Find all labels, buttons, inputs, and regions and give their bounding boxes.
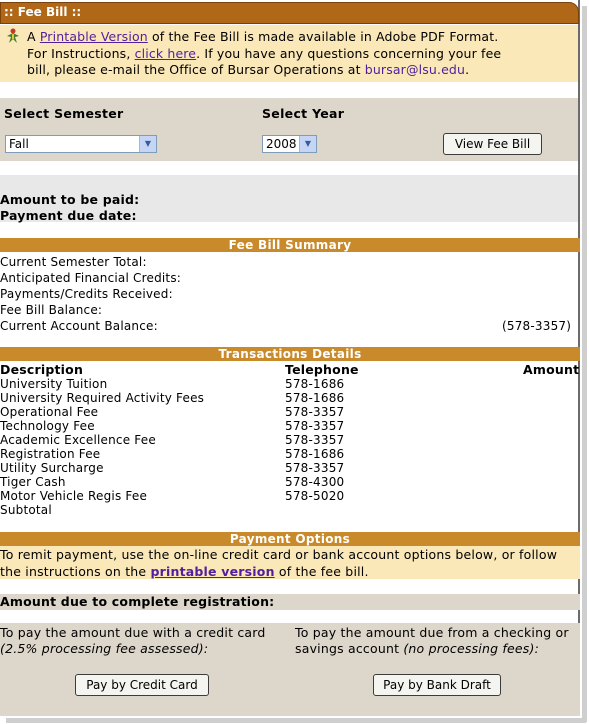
year-select-value: 2008: [266, 137, 297, 151]
bank-draft-description: To pay the amount due from a checking or…: [295, 625, 569, 657]
summary-row-label: Current Account Balance:: [0, 319, 158, 333]
amount-to-be-paid-label: Amount to be paid:: [0, 192, 140, 207]
description-cell: Operational Fee: [0, 405, 99, 419]
amount-column-header: Amount: [523, 362, 580, 377]
telephone-cell: 578-3357: [285, 433, 345, 447]
telephone-cell: 578-1686: [285, 377, 345, 391]
person-star-icon: [7, 28, 19, 43]
description-cell: Technology Fee: [0, 419, 95, 433]
credit-text-1: To pay the amount due with a credit card: [0, 625, 266, 640]
telephone-cell: 578-4300: [285, 475, 345, 489]
title-bar: :: Fee Bill ::: [0, 2, 579, 24]
notice-text-5: bill, please e-mail the Office of Bursar…: [27, 62, 365, 77]
telephone-cell: 578-1686: [285, 391, 345, 405]
pay-by-credit-card-button[interactable]: Pay by Credit Card: [75, 674, 209, 696]
amount-box: Amount to be paid: Payment due date:: [0, 175, 578, 223]
telephone-cell: 578-3357: [285, 461, 345, 475]
click-here-link[interactable]: click here: [135, 46, 197, 61]
notice-text-3: For Instructions,: [27, 45, 135, 61]
chevron-down-icon[interactable]: ▼: [299, 136, 316, 152]
transactions-details-header: Transactions Details: [0, 347, 580, 361]
fee-bill-summary-header: Fee Bill Summary: [0, 238, 580, 252]
payment-instructions-text: To remit payment, use the on-line credit…: [0, 547, 557, 580]
summary-row-value: (578-3357): [502, 319, 572, 333]
printable-version-link[interactable]: printable version: [151, 564, 275, 579]
payment-methods-panel: To pay the amount due with a credit card…: [0, 623, 580, 716]
page-title: :: Fee Bill ::: [4, 5, 82, 19]
description-cell: Utility Surcharge: [0, 461, 104, 475]
payment-instructions: To remit payment, use the on-line credit…: [0, 546, 580, 579]
amount-due-bar: Amount due to complete registration:: [0, 594, 580, 610]
payment-text-3: of the fee bill.: [274, 563, 369, 579]
fee-bill-summary: Current Semester Total: Anticipated Fina…: [0, 253, 578, 335]
notice-text: A Printable Version of the Fee Bill is m…: [27, 29, 501, 79]
summary-row-label: Current Semester Total:: [0, 255, 147, 269]
bank-text-2: savings account: [295, 641, 404, 656]
description-cell: Motor Vehicle Regis Fee: [0, 489, 148, 503]
semester-select-value: Fall: [9, 137, 29, 151]
bank-text-3: (no processing fees):: [403, 641, 539, 656]
notice-text-2: of the Fee Bill is made available in Ado…: [147, 29, 499, 44]
summary-row-label: Payments/Credits Received:: [0, 287, 173, 301]
payment-text-1: To remit payment, use the on-line credit…: [0, 547, 558, 562]
credit-card-description: To pay the amount due with a credit card…: [0, 625, 266, 657]
telephone-cell: 578-3357: [285, 419, 345, 433]
payment-text-2: the instructions on the: [0, 563, 151, 579]
amount-due-label: Amount due to complete registration:: [0, 594, 275, 609]
description-cell: Tiger Cash: [0, 475, 66, 489]
payment-due-date-label: Payment due date:: [0, 208, 137, 223]
year-label: Select Year: [262, 106, 345, 121]
description-column-header: Description: [0, 362, 84, 377]
panel-shadow-bottom: [6, 718, 586, 723]
panel-shadow-right: [582, 6, 587, 722]
bank-text-1: To pay the amount due from a checking or: [295, 625, 569, 640]
chevron-down-icon[interactable]: ▼: [139, 136, 156, 152]
printable-version-link[interactable]: Printable Version: [40, 29, 148, 44]
telephone-cell: 578-5020: [285, 489, 345, 503]
summary-row-label: Fee Bill Balance:: [0, 303, 103, 317]
notice-text-1: A: [27, 29, 40, 44]
notice-text-6: .: [465, 62, 470, 77]
year-select[interactable]: 2008 ▼: [262, 135, 317, 153]
description-cell: Registration Fee: [0, 447, 101, 461]
description-cell: University Tuition: [0, 377, 108, 391]
notice-text-4: . If you have any questions concerning y…: [196, 45, 502, 61]
view-fee-bill-button[interactable]: View Fee Bill: [443, 133, 542, 155]
description-cell: Academic Excellence Fee: [0, 433, 156, 447]
pay-by-bank-draft-button[interactable]: Pay by Bank Draft: [373, 674, 501, 696]
notice-box: A Printable Version of the Fee Bill is m…: [0, 25, 578, 82]
payment-options-header: Payment Options: [0, 532, 580, 546]
telephone-cell: 578-3357: [285, 405, 345, 419]
semester-selector-panel: Select Semester Select Year Fall ▼ 2008 …: [0, 98, 578, 161]
semester-label: Select Semester: [4, 106, 124, 121]
subtotal-cell: Subtotal: [0, 503, 52, 517]
summary-row-label: Anticipated Financial Credits:: [0, 271, 182, 285]
semester-select[interactable]: Fall ▼: [5, 135, 157, 153]
telephone-column-header: Telephone: [285, 362, 359, 377]
telephone-cell: 578-1686: [285, 447, 345, 461]
credit-text-2: (2.5% processing fee assessed):: [0, 641, 209, 656]
bursar-email-link[interactable]: bursar@lsu.edu: [365, 62, 465, 77]
description-cell: University Required Activity Fees: [0, 391, 205, 405]
